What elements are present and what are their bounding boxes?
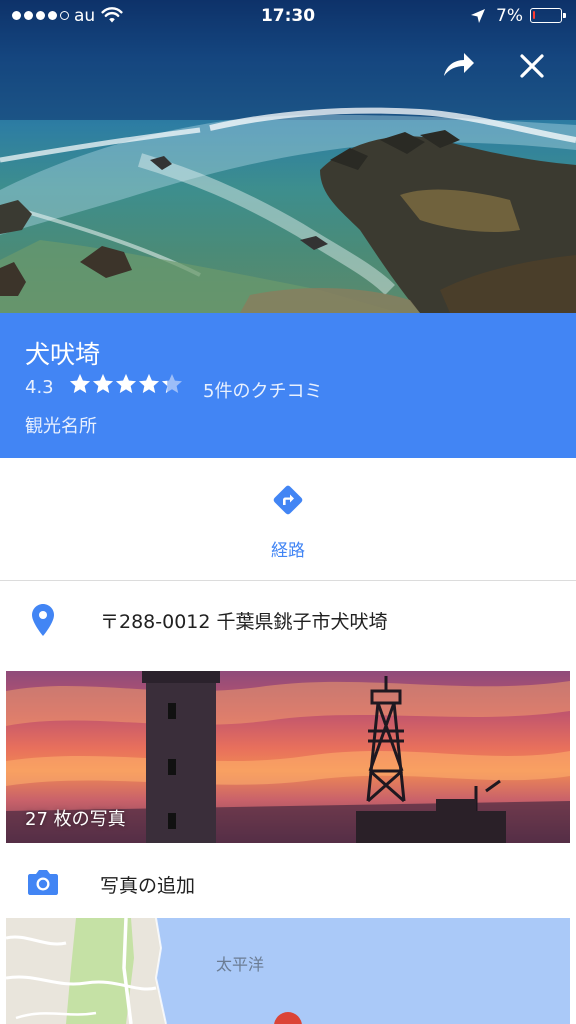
close-x-icon: [512, 54, 552, 90]
location-arrow-icon: [470, 8, 486, 29]
star-half-icon: [162, 374, 182, 393]
map-preview[interactable]: 太平洋: [6, 918, 570, 1024]
star-rating: [68, 372, 183, 396]
rating-value: 4.3: [25, 377, 54, 398]
place-category: 観光名所: [25, 416, 97, 437]
battery-percent: 7%: [496, 6, 523, 26]
star-full-icon: [139, 374, 159, 393]
status-clock: 17:30: [260, 6, 316, 26]
battery-level: [533, 11, 535, 19]
star-full-icon: [70, 374, 90, 393]
place-title: 犬吠埼: [25, 340, 101, 369]
directions-button[interactable]: 経路: [0, 458, 576, 580]
address-text: 〒288-0012 千葉県銚子市犬吠埼: [100, 611, 388, 633]
photo-gallery[interactable]: 27 枚の写真: [6, 671, 570, 843]
star-full-icon: [93, 374, 113, 393]
status-bar: au 17:30 7%: [0, 0, 576, 34]
location-pin-icon: [31, 603, 55, 641]
map-ocean-label: 太平洋: [216, 955, 265, 974]
close-button[interactable]: [512, 46, 552, 86]
directions-label: 経路: [271, 541, 305, 561]
directions-diamond-icon: [272, 484, 304, 520]
address-row[interactable]: 〒288-0012 千葉県銚子市犬吠埼: [0, 581, 576, 661]
battery-icon: [530, 8, 566, 23]
reviews-link[interactable]: 5件のクチコミ: [203, 377, 322, 403]
photo-count-label: 27 枚の写真: [25, 809, 126, 830]
hero-photo[interactable]: [0, 0, 576, 313]
share-button[interactable]: [438, 48, 478, 84]
add-photo-button[interactable]: 写真の追加: [0, 843, 576, 918]
share-arrow-icon: [438, 53, 478, 88]
star-full-icon: [116, 374, 136, 393]
camera-icon: [27, 868, 59, 900]
place-header: 犬吠埼 4.3 5件のクチコミ 観光名所: [0, 313, 576, 458]
add-photo-label: 写真の追加: [100, 875, 196, 897]
